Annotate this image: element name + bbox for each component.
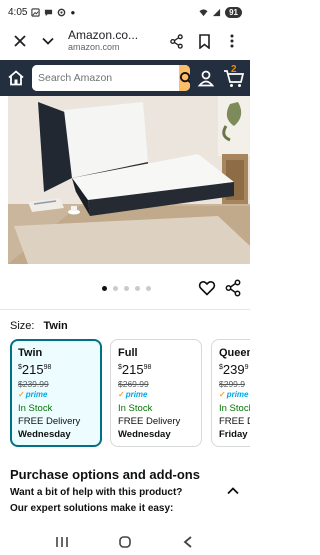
account-icon	[197, 70, 215, 87]
prime-badge: ✓ prime	[18, 390, 48, 399]
browser-menu-button[interactable]	[218, 27, 246, 55]
check-icon: ✓	[219, 390, 226, 399]
status-right: 91	[199, 6, 242, 18]
cart-count: 2	[231, 64, 237, 75]
size-name: Queen	[219, 347, 250, 359]
list-price: $269.99	[118, 379, 149, 389]
size-name: Twin	[18, 347, 43, 359]
bookmark-button[interactable]	[190, 27, 218, 55]
stock-status: In Stock	[118, 403, 153, 414]
search-icon	[179, 71, 190, 83]
expert-solutions-text: Our expert solutions make it easy:	[10, 503, 174, 514]
settings-notification-icon	[58, 8, 66, 16]
help-prompt[interactable]: Want a bit of help with this product?	[10, 487, 182, 498]
heart-icon[interactable]	[198, 279, 216, 297]
signal-icon	[212, 8, 221, 16]
home-circle-icon	[119, 535, 131, 548]
stock-status: In Stock	[18, 403, 53, 414]
divider	[0, 309, 250, 310]
search-input[interactable]	[32, 65, 179, 91]
size-options: Twin $215 98 $239.99 ✓ prime In Stock FREE…	[10, 339, 250, 447]
battery-level: 91	[225, 6, 242, 18]
check-icon: ✓	[18, 390, 25, 399]
search-bar	[32, 65, 190, 91]
price: $215 98	[118, 362, 152, 377]
browser-toolbar: Amazon.co... amazon.com	[0, 24, 250, 58]
size-label: Size:	[10, 320, 35, 332]
list-price: $239.99	[18, 379, 49, 389]
prime-badge: ✓ prime	[219, 390, 249, 399]
price-fraction: 9	[244, 364, 249, 371]
delivery-day: Wednesday	[18, 429, 71, 440]
price-fraction: 98	[43, 364, 52, 371]
back-button[interactable]	[180, 534, 196, 550]
close-tab-button[interactable]	[6, 27, 34, 55]
status-left: 4:05 ●	[8, 7, 75, 18]
delivery-text: FREE De	[219, 416, 250, 427]
carousel-dot[interactable]	[135, 286, 140, 291]
share-icon	[169, 33, 183, 49]
delivery-day: Wednesday	[118, 429, 171, 440]
product-image[interactable]	[8, 96, 250, 264]
recent-apps-icon	[55, 536, 68, 547]
size-option-twin[interactable]: Twin $215 98 $239.99 ✓ prime In Stock FREE…	[10, 339, 102, 447]
close-icon	[14, 35, 26, 47]
chat-notification-icon	[45, 9, 53, 16]
price: $239 9	[219, 362, 249, 377]
stock-status: In Stock	[219, 403, 250, 414]
share-icon[interactable]	[224, 279, 242, 297]
prime-badge: ✓ prime	[118, 390, 148, 399]
size-name: Full	[118, 347, 138, 359]
price-whole: 239	[222, 362, 245, 377]
page-title: Amazon.co...	[68, 29, 139, 43]
price-whole: 215	[121, 362, 144, 377]
amazon-header: 2	[0, 60, 250, 96]
more-vertical-icon	[230, 34, 234, 48]
size-selector-label: Size: Twin	[10, 320, 68, 332]
home-icon	[8, 70, 24, 86]
delivery-text: FREE Delivery	[118, 416, 181, 427]
price: $215 98	[18, 362, 52, 377]
bookmark-icon	[198, 33, 210, 49]
chevron-down-icon	[42, 37, 54, 45]
price-fraction: 98	[143, 364, 152, 371]
carousel-dot[interactable]	[146, 286, 151, 291]
share-page-button[interactable]	[162, 27, 190, 55]
wifi-icon	[199, 8, 208, 16]
page-domain: amazon.com	[68, 41, 120, 52]
selected-size: Twin	[43, 320, 68, 332]
status-bar: 4:05 ● 91	[0, 0, 250, 24]
image-notification-icon	[31, 7, 41, 17]
purchase-options-heading: Purchase options and add-ons	[10, 467, 200, 482]
cart-button[interactable]: 2	[222, 64, 246, 91]
more-notifications-dot: ●	[70, 7, 76, 17]
check-icon: ✓	[118, 390, 125, 399]
carousel-dot[interactable]	[124, 286, 129, 291]
recent-apps-button[interactable]	[54, 534, 70, 550]
carousel-dot[interactable]	[113, 286, 118, 291]
delivery-text: FREE Delivery	[18, 416, 81, 427]
price-whole: 215	[21, 362, 44, 377]
delivery-day: Friday	[219, 429, 248, 440]
home-button[interactable]	[4, 66, 28, 90]
account-button[interactable]	[194, 65, 218, 91]
url-block[interactable]: Amazon.co... amazon.com	[62, 29, 162, 52]
size-option-queen[interactable]: Queen $239 9 $299.9 ✓ prime In Stock FREE …	[211, 339, 250, 447]
system-navigation-bar	[0, 528, 250, 555]
status-time: 4:05	[8, 6, 28, 18]
chevron-up-icon[interactable]	[226, 484, 240, 498]
tab-dropdown-button[interactable]	[34, 27, 62, 55]
back-icon	[183, 535, 192, 548]
image-carousel-dots[interactable]	[102, 286, 151, 291]
list-price: $299.9	[219, 379, 245, 389]
carousel-dot[interactable]	[102, 286, 107, 291]
size-option-full[interactable]: Full $215 98 $269.99 ✓ prime In Stock FREE…	[110, 339, 202, 447]
home-nav-button[interactable]	[117, 534, 133, 550]
search-button[interactable]	[179, 65, 190, 91]
